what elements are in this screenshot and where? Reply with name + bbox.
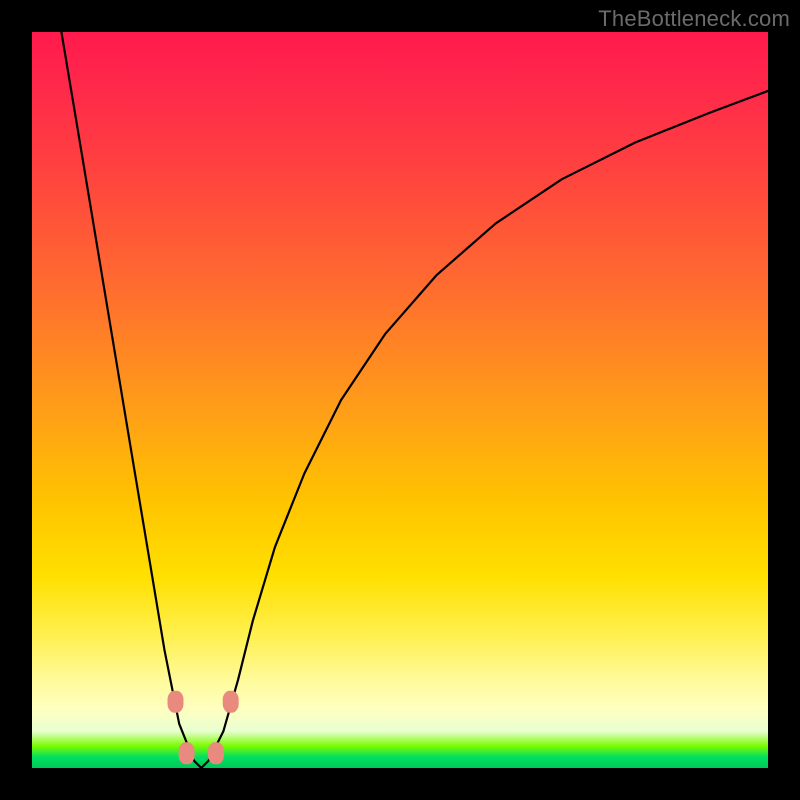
plot-area <box>32 32 768 768</box>
watermark-text: TheBottleneck.com <box>598 6 790 32</box>
bottleneck-curve <box>61 32 768 768</box>
valley-marker-right-upper <box>223 691 239 713</box>
chart-frame: TheBottleneck.com <box>0 0 800 800</box>
bottleneck-curve-path <box>61 32 768 768</box>
valley-marker-right-lower <box>208 742 224 764</box>
valley-markers <box>168 691 239 765</box>
valley-marker-left-upper <box>168 691 184 713</box>
valley-marker-left-lower <box>179 742 195 764</box>
curve-layer <box>32 32 768 768</box>
